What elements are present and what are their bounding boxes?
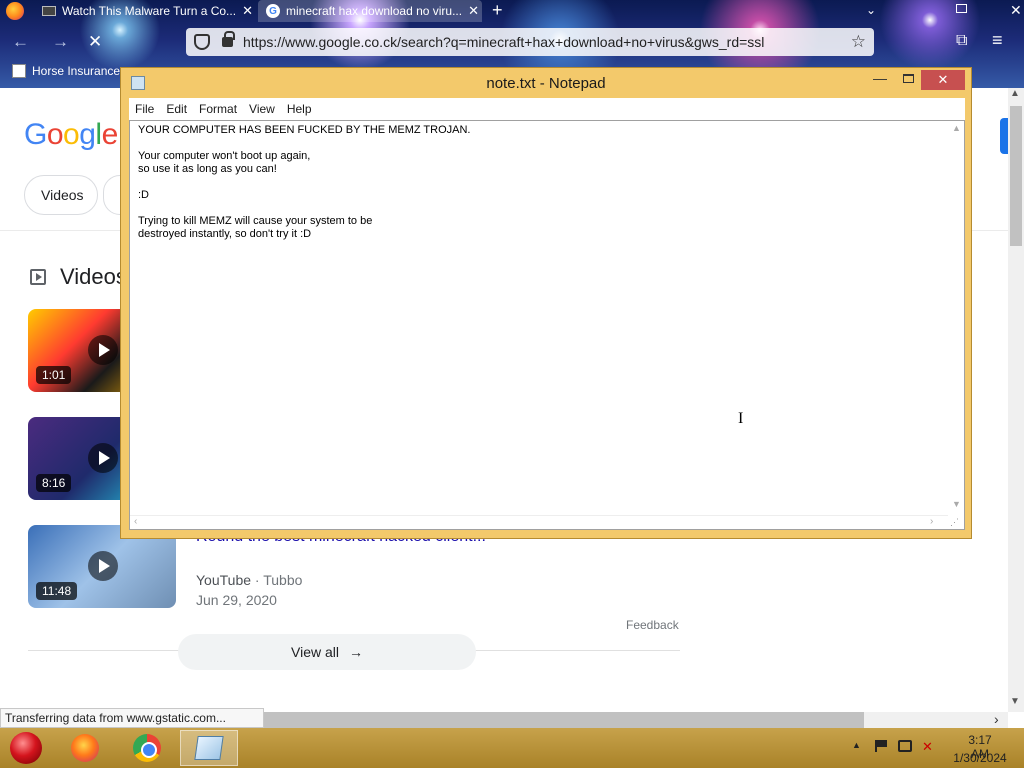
google-logo[interactable]: Google xyxy=(24,118,118,152)
scroll-down-arrow-icon[interactable]: ▼ xyxy=(952,499,961,509)
view-all-button[interactable]: View all → xyxy=(178,634,476,670)
video-result-source: YouTube · Tubbo xyxy=(196,572,302,588)
firefox-icon xyxy=(71,734,99,762)
url-text[interactable]: https://www.google.co.ck/search?q=minecr… xyxy=(243,34,851,50)
notepad-menu-bar: File Edit Format View Help xyxy=(129,98,965,120)
back-arrow-icon[interactable]: ← xyxy=(12,32,29,52)
view-all-label: View all xyxy=(291,644,339,660)
logo-letter: o xyxy=(63,118,80,151)
play-icon xyxy=(88,335,118,365)
taskbar-notepad-button[interactable] xyxy=(180,730,238,766)
tab-google-search[interactable]: G minecraft hax download no viru... ✕ xyxy=(258,0,482,22)
tab-close-icon[interactable]: ✕ xyxy=(468,3,479,19)
bookmark-label: Horse Insurance xyxy=(32,64,121,78)
chip-label: Videos xyxy=(41,187,84,203)
stop-loading-icon[interactable]: ✕ xyxy=(88,32,102,52)
shield-icon[interactable] xyxy=(194,34,210,50)
play-icon xyxy=(88,551,118,581)
show-hidden-icons-icon[interactable]: ▲ xyxy=(852,740,861,750)
list-all-tabs-icon[interactable]: ⌄ xyxy=(866,0,876,20)
close-button[interactable]: ✕ xyxy=(921,70,965,90)
feedback-link[interactable]: Feedback xyxy=(626,618,679,632)
tab-close-icon[interactable]: ✕ xyxy=(242,3,253,19)
notepad-vertical-scrollbar[interactable]: ▲ ▼ xyxy=(948,121,964,515)
logo-letter: e xyxy=(101,118,119,151)
notepad-title: note.txt - Notepad xyxy=(486,75,606,92)
google-favicon-icon: G xyxy=(266,4,280,18)
taskbar-chrome-button[interactable] xyxy=(118,730,176,766)
video-duration: 1:01 xyxy=(36,366,72,384)
extensions-icon[interactable]: ⧉ xyxy=(956,32,967,50)
hamburger-menu-icon[interactable]: ≡ xyxy=(992,30,1003,51)
lock-icon[interactable] xyxy=(222,31,235,47)
text-cursor-icon: I xyxy=(738,410,744,427)
bookmark-star-icon[interactable]: ☆ xyxy=(851,32,866,52)
chrome-icon xyxy=(133,734,161,762)
menu-file[interactable]: File xyxy=(129,102,160,116)
forward-arrow-icon[interactable]: → xyxy=(52,32,69,52)
scroll-left-arrow-icon[interactable]: ‹ xyxy=(134,516,137,527)
videos-section-heading: Videos xyxy=(60,264,127,289)
notepad-text-area[interactable]: YOUR COMPUTER HAS BEEN FUCKED BY THE MEM… xyxy=(129,120,965,530)
menu-format[interactable]: Format xyxy=(193,102,243,116)
scroll-down-arrow-icon[interactable]: ▼ xyxy=(1010,696,1020,707)
video-result-date: Jun 29, 2020 xyxy=(196,592,277,608)
menu-view[interactable]: View xyxy=(243,102,281,116)
notepad-horizontal-scrollbar[interactable]: ‹ › xyxy=(130,515,948,529)
clock-date[interactable]: 1/30/2024 xyxy=(952,751,1008,765)
minimize-icon[interactable]: — xyxy=(873,70,887,86)
tab-title: minecraft hax download no viru... xyxy=(286,4,463,18)
taskbar-firefox-button[interactable] xyxy=(56,730,114,766)
firefox-icon[interactable] xyxy=(6,2,24,20)
tab-favicon-icon xyxy=(42,6,56,16)
notepad-content[interactable]: YOUR COMPUTER HAS BEEN FUCKED BY THE MEM… xyxy=(138,124,938,241)
resize-grip-icon[interactable]: ⋰ xyxy=(950,517,959,528)
scroll-right-arrow-icon[interactable]: › xyxy=(994,711,999,727)
tab-title: Watch This Malware Turn a Co... xyxy=(62,4,237,18)
video-section-icon xyxy=(30,269,46,285)
window-close-icon[interactable]: ✕ xyxy=(1010,0,1022,20)
bookmark-page-icon xyxy=(12,64,26,78)
menu-help[interactable]: Help xyxy=(281,102,318,116)
source-site: YouTube xyxy=(196,572,252,588)
play-icon xyxy=(88,443,118,473)
tab-malware-video[interactable]: Watch This Malware Turn a Co... ✕ xyxy=(34,0,256,22)
volume-muted-icon[interactable]: ✕ xyxy=(922,739,933,755)
start-button[interactable] xyxy=(10,732,42,764)
scroll-up-arrow-icon[interactable]: ▲ xyxy=(1010,88,1020,99)
scroll-right-arrow-icon[interactable]: › xyxy=(930,516,933,527)
notepad-icon xyxy=(194,736,224,760)
action-center-flag-icon[interactable] xyxy=(875,740,887,752)
notepad-title-bar[interactable]: note.txt - Notepad — ✕ xyxy=(121,68,971,98)
logo-letter: g xyxy=(79,118,96,151)
new-tab-button[interactable]: + xyxy=(492,0,503,20)
browser-status-text: Transferring data from www.gstatic.com..… xyxy=(0,708,264,728)
maximize-icon[interactable] xyxy=(903,74,914,83)
address-bar[interactable]: https://www.google.co.ck/search?q=minecr… xyxy=(186,28,874,56)
filter-chip-videos[interactable]: Videos xyxy=(24,175,98,215)
menu-edit[interactable]: Edit xyxy=(160,102,193,116)
page-hscroll-thumb[interactable] xyxy=(264,712,864,728)
taskbar xyxy=(0,728,1024,768)
bookmark-horse-insurance[interactable]: Horse Insurance xyxy=(12,64,120,78)
logo-letter: o xyxy=(46,118,64,151)
scroll-up-arrow-icon[interactable]: ▲ xyxy=(952,123,961,133)
arrow-right-icon: → xyxy=(349,644,363,660)
video-duration: 8:16 xyxy=(36,474,72,492)
source-channel: Tubbo xyxy=(263,572,303,588)
logo-letter: G xyxy=(24,118,47,151)
notepad-window[interactable]: note.txt - Notepad — ✕ File Edit Format … xyxy=(120,67,972,539)
network-icon[interactable] xyxy=(898,740,912,752)
video-duration: 11:48 xyxy=(36,582,78,600)
source-separator: · xyxy=(251,572,264,588)
window-restore-icon[interactable] xyxy=(956,4,967,13)
page-scroll-thumb[interactable] xyxy=(1010,106,1022,246)
